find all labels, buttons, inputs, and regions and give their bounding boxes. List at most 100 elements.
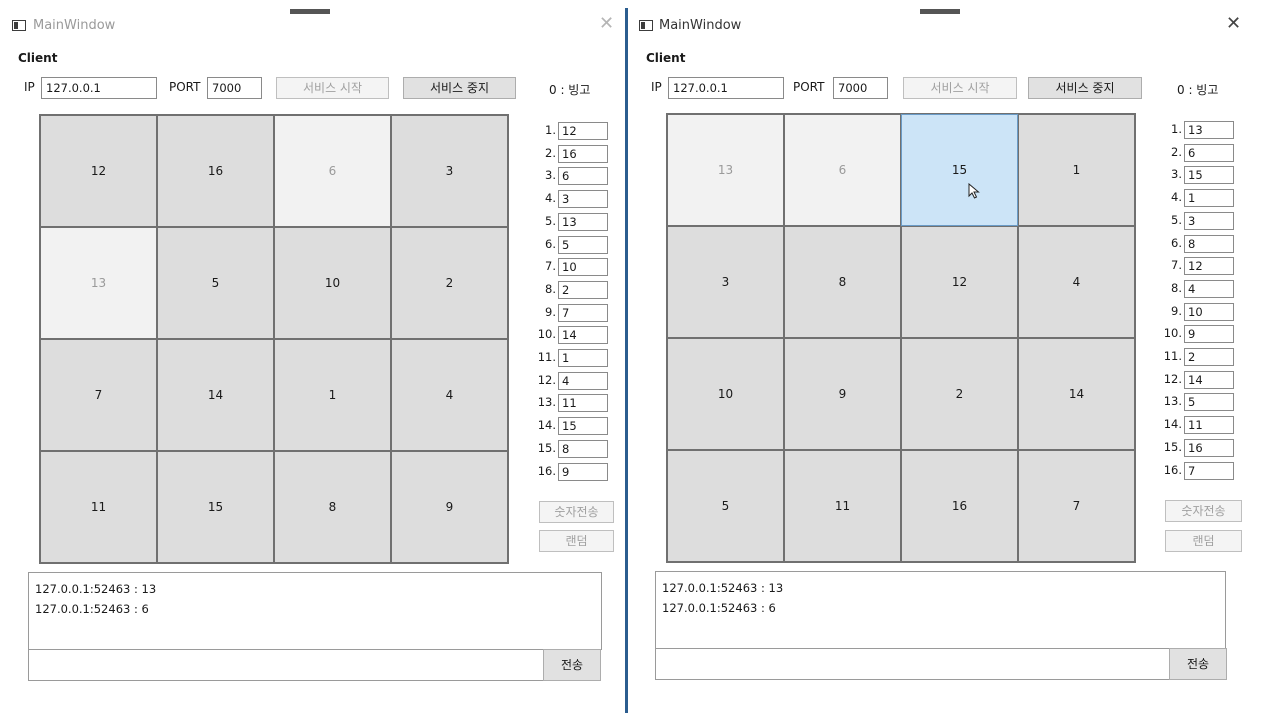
- number-order-field[interactable]: 9: [558, 462, 608, 481]
- number-order-field[interactable]: 4: [558, 371, 608, 390]
- number-order-label: 10.: [1163, 326, 1182, 341]
- bingo-tile[interactable]: 11: [40, 451, 157, 563]
- random-button[interactable]: 랜덤: [1165, 530, 1242, 552]
- number-order-field[interactable]: 11: [1184, 416, 1234, 435]
- number-order-field[interactable]: 5: [558, 235, 608, 254]
- number-order-field[interactable]: 9: [1184, 325, 1234, 344]
- port-input[interactable]: [833, 77, 888, 99]
- number-order-field[interactable]: 14: [1184, 370, 1234, 389]
- number-order-label: 10.: [537, 327, 556, 342]
- number-order-field[interactable]: 16: [558, 144, 608, 163]
- number-order-label: 9.: [1171, 303, 1182, 318]
- number-order-label: 2.: [545, 145, 556, 160]
- number-order-field[interactable]: 2: [1184, 348, 1234, 366]
- bingo-tile[interactable]: 6: [274, 115, 391, 227]
- number-order-field[interactable]: 3: [1184, 211, 1234, 230]
- bingo-tile[interactable]: 1: [1018, 114, 1135, 226]
- number-order-field[interactable]: 15: [1184, 166, 1234, 185]
- drag-handle[interactable]: [290, 9, 330, 14]
- bingo-tile[interactable]: 15: [901, 114, 1018, 226]
- log-line: 127.0.0.1:52463 : 6: [662, 601, 776, 615]
- bingo-tile[interactable]: 5: [157, 227, 274, 339]
- window-title: MainWindow: [33, 18, 116, 33]
- stop-service-button[interactable]: 서비스 중지: [1028, 77, 1142, 99]
- bingo-tile[interactable]: 13: [667, 114, 784, 226]
- bingo-tile[interactable]: 12: [40, 115, 157, 227]
- bingo-tile[interactable]: 3: [667, 226, 784, 338]
- number-order-label: 12.: [1163, 371, 1182, 386]
- stop-service-button[interactable]: 서비스 중지: [403, 77, 516, 99]
- bingo-tile[interactable]: 5: [667, 450, 784, 562]
- number-order-field[interactable]: 1: [558, 349, 608, 367]
- ip-input[interactable]: [668, 77, 784, 99]
- bingo-tile[interactable]: 3: [391, 115, 508, 227]
- number-order-label: 5.: [545, 213, 556, 228]
- number-order-field[interactable]: 4: [1184, 279, 1234, 298]
- close-icon[interactable]: ✕: [1226, 14, 1241, 34]
- start-service-button[interactable]: 서비스 시작: [903, 77, 1017, 99]
- bingo-tile[interactable]: 2: [391, 227, 508, 339]
- number-order-field[interactable]: 2: [558, 280, 608, 299]
- number-order-label: 13.: [537, 395, 556, 410]
- number-order-field[interactable]: 12: [558, 122, 608, 140]
- bingo-tile[interactable]: 2: [901, 338, 1018, 450]
- window-app-icon: [12, 20, 26, 31]
- title-bar[interactable]: MainWindow ✕: [628, 8, 1250, 42]
- bingo-tile[interactable]: 14: [157, 339, 274, 451]
- number-order-label: 14.: [537, 418, 556, 433]
- ip-label: IP: [24, 80, 35, 94]
- number-order-field[interactable]: 13: [1184, 121, 1234, 139]
- bingo-tile[interactable]: 16: [157, 115, 274, 227]
- number-order-field[interactable]: 5: [1184, 393, 1234, 412]
- number-order-field[interactable]: 7: [1184, 461, 1234, 480]
- bingo-tile[interactable]: 16: [901, 450, 1018, 562]
- number-order-field[interactable]: 8: [558, 439, 608, 458]
- number-order-field[interactable]: 6: [558, 167, 608, 186]
- bingo-tile[interactable]: 11: [784, 450, 901, 562]
- drag-handle[interactable]: [920, 9, 960, 14]
- chat-input[interactable]: [655, 648, 1170, 680]
- number-order-label: 5.: [1171, 212, 1182, 227]
- bingo-tile[interactable]: 9: [784, 338, 901, 450]
- bingo-tile[interactable]: 1: [274, 339, 391, 451]
- number-order-field[interactable]: 10: [1184, 302, 1234, 321]
- bingo-tile[interactable]: 12: [901, 226, 1018, 338]
- number-order-field[interactable]: 16: [1184, 438, 1234, 457]
- number-order-field[interactable]: 11: [558, 394, 608, 413]
- random-button[interactable]: 랜덤: [539, 530, 614, 552]
- number-order-field[interactable]: 12: [1184, 257, 1234, 276]
- number-order-field[interactable]: 14: [558, 326, 608, 345]
- send-numbers-button[interactable]: 숫자전송: [1165, 500, 1242, 522]
- title-bar[interactable]: MainWindow ✕: [0, 8, 626, 42]
- number-order-field[interactable]: 8: [1184, 234, 1234, 253]
- number-order-field[interactable]: 1: [1184, 189, 1234, 208]
- bingo-tile[interactable]: 14: [1018, 338, 1135, 450]
- number-order-field[interactable]: 7: [558, 303, 608, 322]
- send-numbers-button[interactable]: 숫자전송: [539, 501, 614, 523]
- chat-input[interactable]: [28, 649, 544, 681]
- bingo-tile[interactable]: 6: [784, 114, 901, 226]
- ip-input[interactable]: [41, 77, 157, 99]
- number-order-field[interactable]: 15: [558, 417, 608, 436]
- send-button[interactable]: 전송: [543, 649, 601, 681]
- bingo-tile[interactable]: 8: [274, 451, 391, 563]
- bingo-tile[interactable]: 9: [391, 451, 508, 563]
- send-button[interactable]: 전송: [1169, 648, 1227, 680]
- bingo-tile[interactable]: 4: [391, 339, 508, 451]
- close-icon[interactable]: ✕: [599, 14, 614, 34]
- bingo-tile[interactable]: 7: [1018, 450, 1135, 562]
- bingo-tile[interactable]: 13: [40, 227, 157, 339]
- number-order-field[interactable]: 13: [558, 212, 608, 231]
- bingo-tile[interactable]: 4: [1018, 226, 1135, 338]
- bingo-tile[interactable]: 7: [40, 339, 157, 451]
- bingo-tile[interactable]: 8: [784, 226, 901, 338]
- port-input[interactable]: [207, 77, 262, 99]
- number-order-field[interactable]: 6: [1184, 143, 1234, 162]
- number-order-field[interactable]: 10: [558, 258, 608, 277]
- bingo-tile[interactable]: 10: [667, 338, 784, 450]
- log-line: 127.0.0.1:52463 : 13: [662, 581, 784, 595]
- number-order-field[interactable]: 3: [558, 190, 608, 209]
- bingo-tile[interactable]: 15: [157, 451, 274, 563]
- bingo-tile[interactable]: 10: [274, 227, 391, 339]
- start-service-button[interactable]: 서비스 시작: [276, 77, 389, 99]
